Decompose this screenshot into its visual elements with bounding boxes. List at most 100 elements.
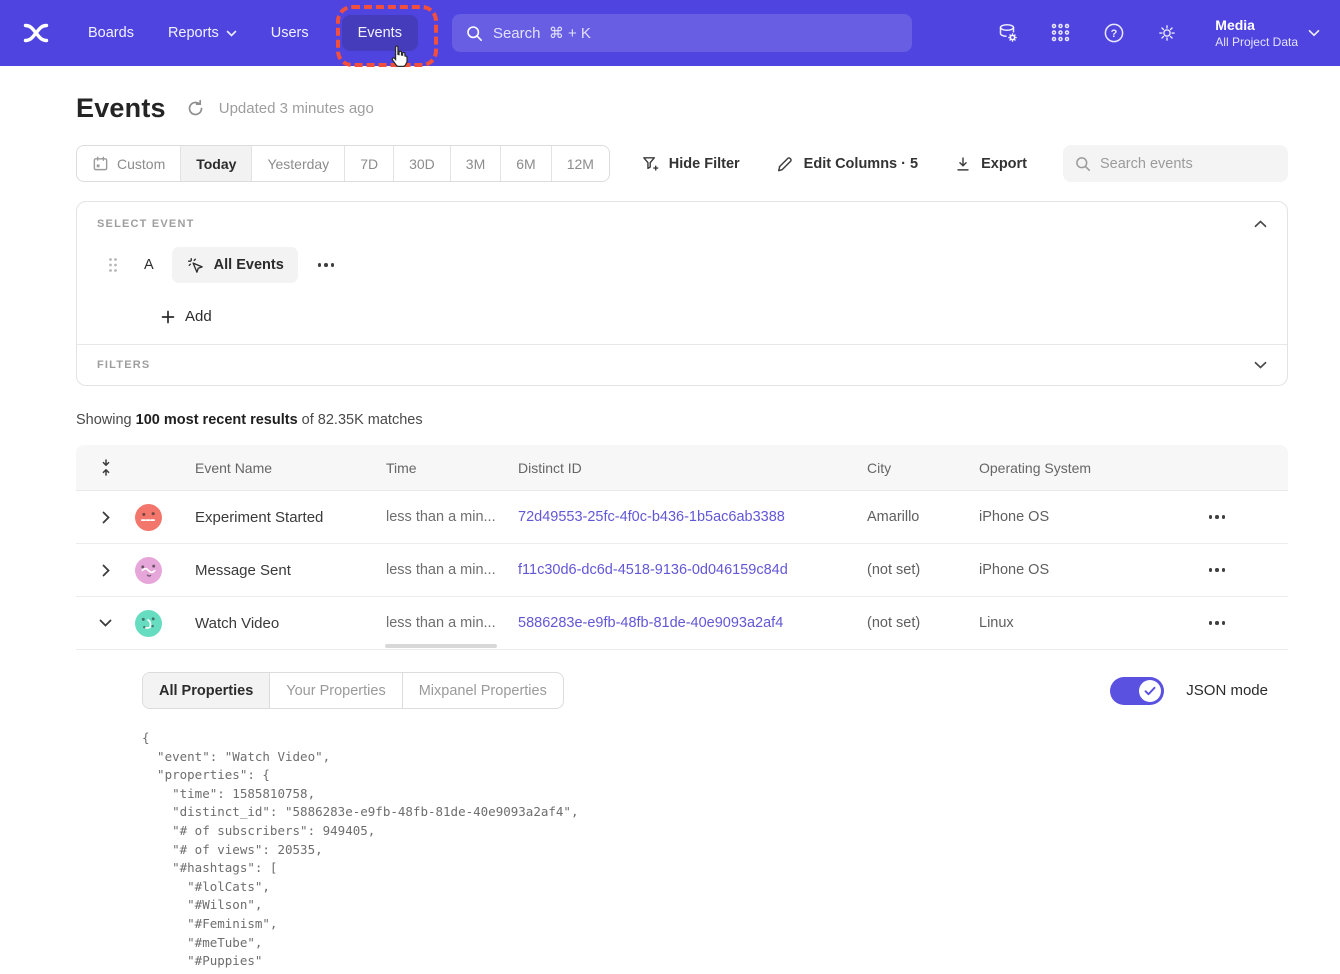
toggle-knob [1139, 680, 1161, 702]
global-search-bar[interactable] [452, 14, 912, 52]
table-header-row: Event Name Time Distinct ID City Operati… [76, 445, 1288, 491]
main-content: Events Updated 3 minutes ago [0, 66, 1340, 974]
mixpanel-logo-icon[interactable] [20, 17, 52, 49]
date-range-label: 7D [360, 156, 378, 172]
date-range-12m[interactable]: 12M [552, 146, 609, 181]
row-more-icon[interactable] [1209, 515, 1226, 519]
event-avatar [135, 557, 162, 584]
tab-label: Your Properties [286, 683, 385, 699]
date-range-custom[interactable]: Custom [77, 146, 181, 181]
column-header-distinct-id: Distinct ID [503, 460, 852, 476]
tab-all-properties[interactable]: All Properties [143, 673, 270, 708]
edit-columns-button[interactable]: Edit Columns · 5 [776, 154, 918, 173]
table-row[interactable]: Experiment Started less than a min... 72… [76, 491, 1288, 544]
filters-section[interactable]: FILTERS [77, 345, 1287, 385]
results-summary: Showing 100 most recent results of 82.35… [76, 412, 1288, 428]
distinct-id-link[interactable]: 72d49553-25fc-4f0c-b436-1b5ac6ab3388 [503, 509, 852, 525]
global-search-input[interactable] [493, 25, 898, 42]
hide-filter-label: Hide Filter [669, 156, 740, 172]
updated-timestamp: Updated 3 minutes ago [219, 100, 374, 117]
cell-time: less than a min... [371, 509, 503, 525]
chevron-down-icon[interactable] [99, 619, 112, 627]
date-range-3m[interactable]: 3M [451, 146, 501, 181]
export-label: Export [981, 156, 1027, 172]
chevron-down-icon[interactable] [1254, 361, 1267, 369]
date-range-label: 6M [516, 156, 535, 172]
date-range-7d[interactable]: 7D [345, 146, 394, 181]
cell-time: less than a min... [371, 615, 503, 631]
row-more-icon[interactable] [1209, 621, 1226, 625]
help-icon[interactable]: ? [1103, 22, 1125, 44]
table-toolbar: Hide Filter Edit Columns · 5 [641, 145, 1288, 182]
top-nav: Boards Reports Users Events [0, 0, 1340, 66]
settings-gear-icon[interactable] [1156, 22, 1178, 44]
tab-mixpanel-properties[interactable]: Mixpanel Properties [403, 673, 563, 708]
date-range-6m[interactable]: 6M [501, 146, 551, 181]
nav-item-label: Boards [88, 25, 134, 41]
nav-item-reports[interactable]: Reports [151, 15, 254, 51]
tab-your-properties[interactable]: Your Properties [270, 673, 402, 708]
json-mode-label: JSON mode [1186, 682, 1268, 699]
check-icon [1144, 686, 1156, 696]
search-events-input[interactable] [1100, 156, 1276, 172]
add-event-label: Add [185, 308, 212, 325]
event-avatar [135, 504, 162, 531]
date-range-selector: Custom Today Yesterday 7D 30D 3M 6M 12M [76, 145, 610, 182]
refresh-icon[interactable] [186, 99, 206, 119]
filter-funnel-icon [641, 154, 660, 173]
cell-event-name: Experiment Started [180, 509, 371, 526]
edit-pencil-icon [776, 154, 795, 173]
nav-item-label: Users [271, 25, 309, 41]
plus-icon [161, 310, 175, 324]
more-icon[interactable] [318, 263, 335, 267]
nav-item-events[interactable]: Events [342, 15, 418, 51]
nav-item-label: Reports [168, 25, 219, 41]
calendar-icon [92, 155, 109, 172]
project-selector[interactable]: Media All Project Data [1215, 16, 1320, 50]
date-range-label: 12M [567, 156, 594, 172]
add-event-button[interactable]: Add [161, 308, 212, 325]
apps-grid-icon[interactable] [1050, 22, 1072, 44]
search-icon [1075, 156, 1091, 172]
filters-label: FILTERS [97, 359, 150, 371]
drag-handle-icon[interactable] [108, 257, 118, 273]
date-range-yesterday[interactable]: Yesterday [252, 146, 345, 181]
date-range-label: Today [196, 156, 236, 172]
search-events-field[interactable] [1063, 145, 1288, 182]
nav-right-group: ? Media All Project Data [997, 16, 1320, 50]
clause-letter: A [144, 257, 154, 273]
date-range-today[interactable]: Today [181, 146, 252, 181]
distinct-id-link[interactable]: f11c30d6-dc6d-4518-9136-0d046159c84d [503, 562, 852, 578]
date-range-label: 3M [466, 156, 485, 172]
distinct-id-link[interactable]: 5886283e-e9fb-48fb-81de-40e9093a2af4 [503, 615, 852, 631]
chevron-up-icon[interactable] [1254, 220, 1267, 228]
magic-cursor-icon [186, 256, 205, 275]
select-event-section: SELECT EVENT A [77, 202, 1287, 344]
collapse-all-icon[interactable] [98, 458, 114, 477]
page-header: Events Updated 3 minutes ago [76, 93, 1288, 124]
cell-event-name: Message Sent [180, 562, 371, 579]
hide-filter-button[interactable]: Hide Filter [641, 154, 740, 173]
cell-city: (not set) [852, 615, 964, 631]
tab-label: All Properties [159, 683, 253, 699]
cell-event-name: Watch Video [180, 615, 371, 632]
controls-row: Custom Today Yesterday 7D 30D 3M 6M 12M [76, 145, 1288, 182]
nav-item-boards[interactable]: Boards [71, 15, 151, 51]
table-row[interactable]: Message Sent less than a min... f11c30d6… [76, 544, 1288, 597]
event-detail-panel: All Properties Your Properties Mixpanel … [76, 650, 1288, 974]
event-selector-pill[interactable]: All Events [172, 247, 298, 283]
data-management-icon[interactable] [997, 22, 1019, 44]
nav-item-users[interactable]: Users [254, 15, 326, 51]
chevron-right-icon[interactable] [102, 564, 110, 577]
date-range-30d[interactable]: 30D [394, 146, 451, 181]
json-mode-toggle[interactable] [1110, 677, 1164, 705]
chevron-right-icon[interactable] [102, 511, 110, 524]
column-header-time: Time [371, 460, 503, 476]
search-icon [466, 25, 483, 42]
horizontal-scrollbar-thumb[interactable] [385, 644, 497, 648]
row-more-icon[interactable] [1209, 568, 1226, 572]
events-table: Event Name Time Distinct ID City Operati… [76, 445, 1288, 974]
table-row-expanded[interactable]: Watch Video less than a min... 5886283e-… [76, 597, 1288, 650]
event-json-viewer: { "event": "Watch Video", "properties": … [142, 729, 1268, 974]
export-button[interactable]: Export [954, 155, 1027, 173]
